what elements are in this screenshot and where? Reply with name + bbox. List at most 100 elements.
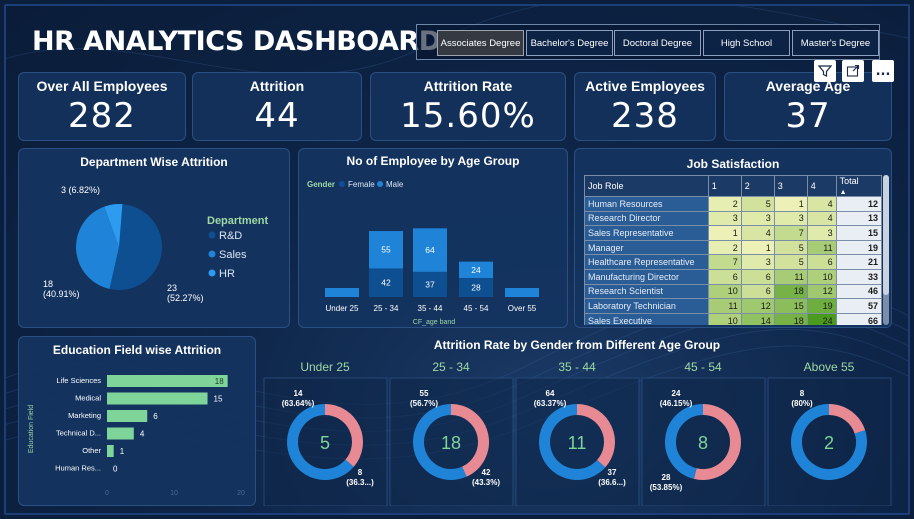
- kpi-value: 37: [785, 96, 831, 136]
- education-field-card: Education Field wise Attrition Education…: [18, 336, 256, 506]
- bar: [107, 375, 228, 387]
- bar: [107, 427, 134, 440]
- table-cell: 1: [773, 196, 808, 212]
- legend-marker: [339, 181, 345, 187]
- table-row[interactable]: Research Scientist 10 6 18 12 46: [584, 283, 882, 300]
- kpi-label: Over All Employees: [36, 78, 168, 94]
- table-scrollbar[interactable]: [883, 175, 889, 325]
- column-header[interactable]: 3: [773, 175, 808, 197]
- bar: [107, 445, 114, 457]
- department-attrition-card: Department Wise Attrition 23 (52.27%) 18 (4…: [18, 148, 290, 328]
- table-cell: 3: [707, 210, 742, 227]
- table-cell: 18: [773, 312, 808, 325]
- department-pie-chart[interactable]: 23 (52.27%) 18 (40.91%) 3 (6.82%) Department R…: [19, 167, 291, 327]
- legend-title: Gender: [307, 180, 335, 189]
- table-cell: 4: [806, 196, 837, 212]
- table-cell: 5: [740, 196, 775, 212]
- kpi-attrition-rate: Attrition Rate 15.60%: [370, 72, 566, 141]
- kpi-value: 15.60%: [400, 96, 536, 136]
- table-cell: 10: [707, 312, 742, 325]
- kpi-average-age: Average Age 37: [724, 72, 892, 141]
- table-row[interactable]: Manufacturing Director 6 6 11 10 33: [584, 268, 882, 285]
- scrollbar-thumb[interactable]: [883, 175, 889, 295]
- legend-marker: [208, 231, 216, 239]
- kpi-label: Active Employees: [585, 78, 705, 94]
- y-tick-label: Marketing: [68, 411, 101, 420]
- table-row[interactable]: Human Resources 2 5 1 4 12: [584, 196, 882, 212]
- dashboard-canvas: HR ANALYTICS DASHBOARD Associates Degree…: [4, 4, 910, 515]
- bar: [107, 410, 148, 422]
- legend-item: HR: [219, 268, 235, 280]
- bar-placeholder: [505, 288, 539, 297]
- slicer-option-bachelors-degree[interactable]: Bachelor's Degree: [526, 30, 613, 56]
- x-tick-label: Under 25: [326, 304, 359, 313]
- dashboard-title: HR ANALYTICS DASHBOARD: [32, 26, 441, 57]
- row-header: Laboratory Technician: [584, 298, 709, 314]
- job-satisfaction-table-viewport: Job Role 1 2 3 4 Total ▲ Human Resources 2…: [584, 175, 882, 325]
- legend-title: Department: [207, 215, 268, 227]
- age-group-bar-chart[interactable]: Gender Female Male Under 25 42 55 25 - 34 37 64 3…: [299, 167, 569, 327]
- table-row[interactable]: Healthcare Representative 7 3 5 6 21: [584, 254, 882, 270]
- table-row[interactable]: Sales Representative 1 4 7 3 15: [584, 225, 882, 241]
- donut-group-label: 35 - 44: [558, 360, 596, 374]
- table-cell: 11: [707, 298, 742, 314]
- column-header[interactable]: 1: [707, 175, 742, 197]
- bar-data-label: 0: [113, 465, 118, 474]
- column-header[interactable]: Job Role: [584, 175, 709, 197]
- bar-data-label: 4: [140, 430, 145, 439]
- bar-data-label: 64: [425, 245, 435, 255]
- table-row[interactable]: Laboratory Technician 11 12 15 19 57: [584, 298, 882, 314]
- table-cell: 10: [806, 268, 837, 285]
- column-header[interactable]: 4: [806, 175, 837, 197]
- column-header[interactable]: 2: [740, 175, 775, 197]
- bar-data-label: 18: [215, 377, 224, 386]
- table-cell: 3: [740, 210, 775, 227]
- donut-center-value: 2: [824, 433, 834, 453]
- pie-data-label: 23 (52.27%): [167, 283, 204, 303]
- donut-group-label: 45 - 54: [684, 360, 722, 374]
- legend-marker: [377, 181, 383, 187]
- education-slicer: Associates Degree Bachelor's Degree Doct…: [416, 24, 880, 60]
- table-cell: 10: [707, 283, 742, 300]
- gender-age-donut-charts[interactable]: Under 25514 (63.64%)8 (36.3...)25 - 341855…: [262, 356, 892, 506]
- section-title: Attrition Rate by Gender from Different …: [433, 338, 721, 352]
- kpi-overall-employees: Over All Employees 282: [18, 72, 186, 141]
- row-total: 57: [835, 298, 882, 314]
- x-tick-label: 20: [237, 490, 245, 497]
- slicer-option-masters-degree[interactable]: Master's Degree: [792, 30, 879, 56]
- table-cell: 18: [773, 283, 808, 300]
- table-cell: 6: [740, 283, 775, 300]
- table-cell: 6: [740, 268, 775, 285]
- visual-toolbar: ...: [814, 60, 894, 82]
- x-tick-label: 35 - 44: [418, 304, 443, 313]
- row-header: Research Director: [584, 210, 709, 227]
- row-total: 66: [835, 312, 882, 325]
- row-header: Manager: [584, 239, 709, 256]
- x-tick-label: 10: [170, 490, 178, 497]
- row-total: 12: [835, 196, 882, 212]
- kpi-label: Attrition Rate: [423, 78, 513, 94]
- table-cell: 5: [773, 254, 808, 270]
- slicer-option-associates-degree[interactable]: Associates Degree: [437, 30, 524, 56]
- bar-data-label: 24: [471, 265, 481, 275]
- focus-mode-icon[interactable]: [842, 60, 864, 82]
- slicer-option-high-school[interactable]: High School: [703, 30, 790, 56]
- filter-icon[interactable]: [814, 60, 836, 82]
- kpi-label: Attrition: [249, 78, 305, 94]
- row-total: 19: [835, 239, 882, 256]
- table-cell: 3: [740, 254, 775, 270]
- table-row[interactable]: Research Director 3 3 3 4 13: [584, 210, 882, 227]
- table-cell: 1: [740, 239, 775, 256]
- donut-center-value: 11: [568, 433, 587, 453]
- bar-data-label: 6: [153, 412, 158, 421]
- y-tick-label: Life Sciences: [56, 376, 101, 385]
- chart-title: Education Field wise Attrition: [52, 343, 222, 357]
- slicer-option-doctoral-degree[interactable]: Doctoral Degree: [614, 30, 701, 56]
- more-options-icon[interactable]: ...: [872, 60, 894, 82]
- table-row[interactable]: Sales Executive 10 14 18 24 66: [584, 312, 882, 325]
- bar-data-label: 1: [120, 447, 125, 456]
- column-header-total[interactable]: Total ▲: [835, 175, 882, 197]
- table-row[interactable]: Manager 2 1 5 11 19: [584, 239, 882, 256]
- education-field-bar-chart[interactable]: Education Field Life Sciences 18 Medical 15 M…: [19, 357, 257, 507]
- legend-item: Male: [386, 180, 404, 189]
